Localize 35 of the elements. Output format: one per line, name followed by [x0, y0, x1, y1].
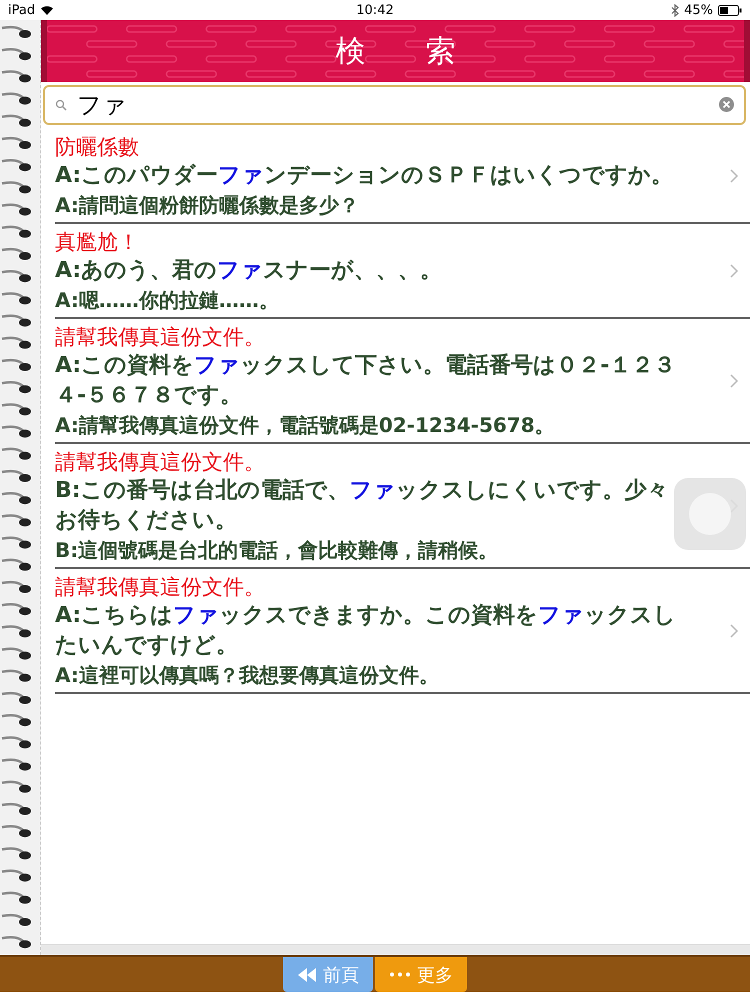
result-title: 請幫我傳真這份文件。	[55, 574, 266, 601]
device-name: iPad	[8, 2, 36, 18]
clear-icon[interactable]	[719, 97, 734, 112]
result-title: 防曬係數	[55, 134, 140, 161]
chinese-sentence: A:請幫我傳真這份文件，電話號碼是02-1234-5678。	[55, 412, 556, 439]
chinese-sentence: A:請問這個粉餅防曬係數是多少？	[55, 192, 360, 219]
clock: 10:42	[356, 2, 394, 18]
search-field[interactable]: ファ	[43, 85, 746, 125]
result-row[interactable]: 防曬係數 A:このパウダーファ ンデーションのＳＰＦはいくつですか。 A:請問這個粉餅防曬係數是多少？	[55, 129, 750, 224]
battery-percent: 45%	[684, 2, 713, 18]
chinese-sentence: B:這個號碼是台北的電話，會比較難傳，請稍候。	[55, 537, 500, 564]
page-title: 検 索	[336, 32, 456, 70]
result-title: 請幫我傳真這份文件。	[55, 324, 266, 351]
chevron-icon	[728, 622, 740, 640]
result-title: 請幫我傳真這份文件。	[55, 449, 266, 476]
japanese-sentence: B:この番号は台北の電話で、ファ ックスしにくいです。少々お待ちください。	[55, 477, 670, 535]
wifi-icon	[40, 4, 54, 16]
result-row[interactable]: 請幫我傳真這份文件。 A:この資料を ファ ックスして下さい。電話番号は０２-１２３４-５６７８です。 A:請幫我傳真這份文件，電話號碼是02-1234-5678。	[55, 319, 750, 444]
search-icon	[55, 99, 67, 111]
result-row[interactable]: 真尷尬！ A:あのう、君のファスナーが、、、。 A:嗯……你的拉鏈……。	[55, 224, 750, 319]
result-row[interactable]: 請幫我傳真這份文件。 A:こちらはファ ックスできますか。この資料を ファ ックスしたいんですけど。 A:這裡可以傳真嗎？我想要傳真這份文件。	[55, 569, 750, 694]
japanese-sentence: A:このパウダーファ ンデーションのＳＰＦはいくつですか。	[55, 162, 674, 190]
dots-icon	[389, 972, 411, 977]
japanese-sentence: A:この資料を ファ ックスして下さい。電話番号は０２-１２３４-５６７８です。	[55, 352, 676, 410]
chinese-sentence: A:這裡可以傳真嗎？我想要傳真這份文件。	[55, 662, 440, 689]
japanese-sentence: A:あのう、君のファスナーが、、、。	[55, 257, 444, 285]
chevron-icon	[728, 262, 740, 280]
japanese-sentence: A:こちらはファ ックスできますか。この資料を ファ ックスしたいんですけど。	[55, 602, 678, 660]
chevron-icon	[728, 372, 740, 390]
battery-icon	[718, 4, 742, 16]
result-title: 真尷尬！	[55, 229, 140, 256]
chevron-icon	[728, 167, 740, 185]
rewind-icon	[297, 966, 317, 982]
chinese-sentence: A:嗯……你的拉鏈……。	[55, 287, 280, 314]
bluetooth-icon	[671, 4, 680, 16]
